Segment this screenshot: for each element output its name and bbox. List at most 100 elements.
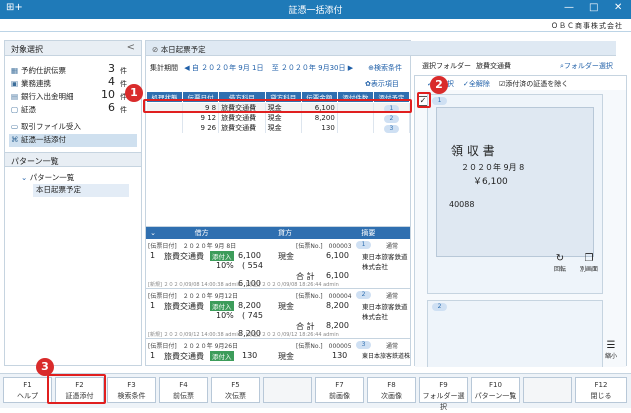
detail-debit-amount: 8,200	[238, 301, 261, 310]
thumb-number: 1	[432, 97, 447, 105]
bank-icon: ▤	[11, 92, 19, 101]
folder-select-label: フォルダー選択	[563, 62, 613, 70]
voucher-pane: ⊘ 本日起票予定 集計期間 ◀ 自 ２０２０年 9月 1日 至 ２０２０年 9月…	[145, 40, 616, 366]
chevron-down-icon: ⌄	[21, 173, 28, 182]
fkey-number: F7	[335, 381, 344, 389]
f8-next-image-button[interactable]: F8 次画像	[367, 377, 416, 403]
cell-date: 9 12	[182, 113, 220, 123]
menu-item-label: 予約仕訳伝票	[21, 66, 66, 75]
next-period-icon[interactable]: ▶	[348, 64, 353, 72]
chevron-down-icon[interactable]: ⌄	[146, 227, 160, 239]
maximize-button[interactable]: □	[589, 2, 598, 13]
table-row[interactable]: 9 26 旅費交通費 現金 130 3	[146, 123, 411, 133]
file-import-icon: ▭	[11, 122, 19, 131]
menu-item-count: 10	[101, 88, 115, 101]
folder-select-link[interactable]: ⌕フォルダー選択	[560, 61, 613, 71]
detail-block[interactable]: [伝票日付] ２０２０年 9月26日 [伝票No.] 000005 3 通常 1…	[146, 339, 410, 365]
cell-credit: 現金	[265, 123, 302, 133]
f5-next-voucher-button[interactable]: F5 次伝票	[211, 377, 260, 403]
detail-kind: 通常	[386, 243, 399, 250]
link-icon: ▣	[11, 79, 19, 88]
fkey-number: F3	[127, 381, 136, 389]
fkey-label: ヘルプ	[17, 392, 38, 400]
detail-voucher-no: [伝票No.] 000004	[296, 293, 352, 300]
detail-line-no: 1	[150, 251, 156, 260]
company-name: ＯＢＣ商事株式会社	[551, 22, 623, 30]
detail-credit-amount: 6,100	[326, 251, 349, 260]
tree-item-today[interactable]: 本日起票予定	[33, 184, 129, 197]
cell-amount: 130	[301, 123, 338, 133]
cell-count	[337, 113, 374, 123]
f1-help-button[interactable]: F1 ヘルプ	[3, 377, 52, 403]
collapse-panel-icon[interactable]: <	[127, 42, 135, 53]
cell-credit: 現金	[265, 113, 302, 123]
thumbnail-2[interactable]: 2	[427, 300, 603, 367]
f11-empty-button[interactable]	[523, 377, 572, 403]
shrink-button[interactable]: ☰ 縮小	[601, 340, 621, 360]
f10-pattern-list-button[interactable]: F10 パターン一覧	[471, 377, 520, 403]
fkey-number: F12	[594, 381, 608, 389]
thumbnail-1[interactable]: 1 領 収 書 ２０２０年 9月 8 ￥6,100 40088 ↻ 回転 ❐ 別画面	[427, 94, 603, 294]
menu-item-count: 6	[108, 101, 115, 114]
detail-tax: ( 745	[242, 311, 263, 320]
fkey-number: F1	[23, 381, 32, 389]
cell-debit: 旅費交通費	[218, 113, 266, 123]
table-row[interactable]: 9 12 旅費交通費 現金 8,200 2	[146, 113, 411, 123]
window-icon: ❐	[584, 253, 594, 264]
f4-prev-voucher-button[interactable]: F4 前伝票	[159, 377, 208, 403]
minimize-button[interactable]: —	[564, 2, 574, 13]
menu-item-label: 銀行入出金明細	[21, 92, 74, 101]
period-row: 集計期間 ◀ 自 ２０２０年 9月 1日 至 ２０２０年 9月30日 ▶ ⊕検索…	[150, 63, 410, 75]
exclude-attached-checkbox[interactable]: ☑添付済の証憑を除く	[499, 79, 568, 89]
detail-block[interactable]: [伝票日付] ２０２０年 9月12日 [伝票No.] 000004 2 通常 1…	[146, 289, 410, 339]
cell-date: 9 26	[182, 123, 220, 133]
cell-count	[337, 123, 374, 133]
voucher-detail: ⌄ 借方 貸方 摘要 [伝票日付] ２０２０年 9月 8日 [伝票No.] 00000…	[146, 226, 410, 366]
detail-block[interactable]: [伝票日付] ２０２０年 9月 8日 [伝票No.] 000003 1 通常 1…	[146, 239, 410, 289]
separate-window-button[interactable]: ❐ 別画面	[576, 253, 602, 273]
detail-debit-account: 旅費交通費	[164, 302, 204, 311]
detail-date: [伝票日付] ２０２０年 9月 8日	[148, 243, 237, 250]
menu-item-bulk-attach[interactable]: ⌘ 証憑一括添付	[9, 134, 137, 147]
detail-footer: [新規] ２０２０/09/08 14:00:38 admin [修正] ２０２０…	[148, 282, 339, 288]
search-conditions-link[interactable]: ⊕検索条件	[368, 63, 402, 73]
detail-footer: [新規] ２０２０/09/12 14:00:38 admin [修正] ２０２０…	[148, 332, 339, 338]
deselect-all-link[interactable]: ✓全解除	[463, 79, 490, 89]
fkey-label: 次画像	[381, 392, 402, 400]
f6-empty-button[interactable]	[263, 377, 312, 403]
fkey-number: F10	[489, 381, 502, 389]
close-window-button[interactable]: ✕	[614, 2, 622, 13]
f12-close-button[interactable]: F12 閉じる	[575, 377, 627, 403]
detail-memo: 東日本旅客鉄道株式会社	[362, 253, 408, 271]
target-selection-panel: 対象選択 < ▦ 予約仕訳伝票 3件 ▣ 業務連携 4件 ▤ 銀行入出金明細 10 件 …	[4, 40, 142, 366]
rotate-button[interactable]: ↻ 回転	[548, 253, 572, 273]
section-header: ⊘ 本日起票予定	[146, 41, 616, 56]
tree-root-label: パターン一覧	[29, 173, 75, 182]
f7-prev-image-button[interactable]: F7 前画像	[315, 377, 364, 403]
detail-voucher-no: [伝票No.] 000005	[296, 343, 352, 350]
highlight-row-1	[143, 99, 412, 113]
detail-credit-account: 現金	[278, 252, 294, 261]
fkey-label: 前画像	[329, 392, 350, 400]
plan-badge: 3	[383, 124, 399, 133]
prev-period-icon[interactable]: ◀	[184, 64, 189, 72]
display-items-link[interactable]: ✿表示項目	[365, 79, 399, 89]
plan-badge: 2	[356, 291, 371, 299]
thumbnail-list: ✓ 1 領 収 書 ２０２０年 9月 8 ￥6,100 40088 ↻ 回転 ❐ 別…	[415, 90, 626, 367]
period-from[interactable]: 自 ２０２０年 9月 1日	[192, 64, 264, 72]
rotate-icon: ↻	[555, 253, 565, 264]
menu-item-evidence[interactable]: ▢ 証憑 6件	[11, 101, 131, 117]
menu-item-file-import[interactable]: ▭ 取引ファイル受入	[11, 121, 131, 134]
detail-header: ⌄ 借方 貸方 摘要	[146, 227, 410, 239]
fkey-number: F4	[179, 381, 188, 389]
f3-search-button[interactable]: F3 検索条件	[107, 377, 156, 403]
fkey-label: フォルダー選択	[422, 392, 465, 411]
detail-tag: 添付入	[210, 301, 234, 311]
menu-item-count: 4	[108, 75, 115, 88]
period-to[interactable]: 至 ２０２０年 9月30日	[272, 64, 346, 72]
fkey-label: 検索条件	[117, 392, 146, 400]
attach-icon: ⌘	[11, 135, 19, 144]
cell-amount: 8,200	[301, 113, 338, 123]
tree-item-label: 本日起票予定	[36, 185, 81, 194]
f9-folder-select-button[interactable]: F9 フォルダー選択	[419, 377, 468, 411]
